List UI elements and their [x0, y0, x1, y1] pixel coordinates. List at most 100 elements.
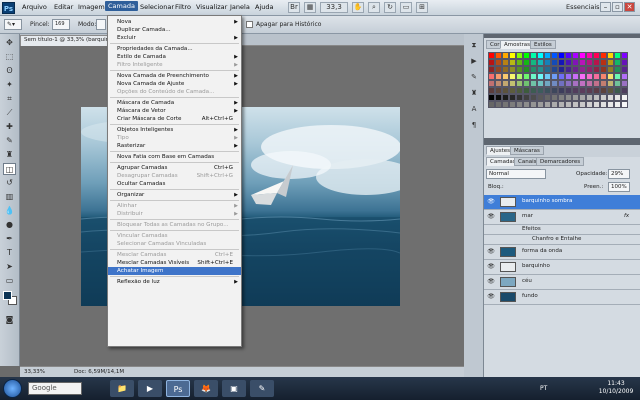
color-swatch[interactable]	[495, 73, 502, 80]
layer-menu-item[interactable]: Nova ▶	[108, 18, 241, 26]
color-swatch[interactable]	[593, 80, 600, 87]
path-select-icon[interactable]: ➤	[3, 261, 16, 273]
color-swatch[interactable]	[558, 59, 565, 66]
color-swatch[interactable]	[579, 94, 586, 101]
color-swatch[interactable]	[523, 87, 530, 94]
actions-panel-icon[interactable]: ▶	[468, 56, 480, 67]
color-swatch[interactable]	[614, 66, 621, 73]
tab-swatches[interactable]: Amostras	[500, 40, 535, 49]
color-swatch[interactable]	[516, 87, 523, 94]
canvas-area[interactable]	[20, 46, 464, 366]
brush-size-picker[interactable]: 169	[52, 19, 70, 30]
color-swatch[interactable]	[586, 94, 593, 101]
color-swatch[interactable]	[558, 87, 565, 94]
color-swatch[interactable]	[488, 59, 495, 66]
layer-menu-item[interactable]: Filtro Inteligente ▶	[108, 61, 241, 69]
menu-arquivo[interactable]: Arquivo	[22, 3, 47, 11]
tab-masks[interactable]: Máscaras	[510, 146, 544, 155]
minimize-button[interactable]: –	[600, 2, 611, 12]
language-indicator[interactable]: PT	[540, 385, 547, 392]
restore-button[interactable]: ▫	[612, 2, 623, 12]
tool-preset-picker[interactable]: ✎▾	[4, 19, 22, 30]
color-swatch[interactable]	[537, 87, 544, 94]
color-swatch[interactable]	[579, 73, 586, 80]
color-swatch[interactable]	[572, 87, 579, 94]
menu-camada[interactable]: Camada	[105, 1, 138, 11]
visibility-eye-icon[interactable]: 👁	[487, 198, 495, 206]
color-swatch[interactable]	[537, 59, 544, 66]
fill-input[interactable]: 100%	[608, 182, 630, 192]
color-swatch[interactable]	[621, 101, 628, 108]
marquee-tool-icon[interactable]: ⬚	[3, 51, 16, 63]
color-swatch[interactable]	[614, 94, 621, 101]
crop-tool-icon[interactable]: ⌗	[3, 93, 16, 105]
color-swatch[interactable]	[551, 73, 558, 80]
color-swatch[interactable]	[565, 52, 572, 59]
menu-editar[interactable]: Editar	[54, 3, 73, 11]
shape-tool-icon[interactable]: ▭	[3, 275, 16, 287]
color-swatch[interactable]	[544, 87, 551, 94]
layer-menu-item[interactable]: Achatar Imagem	[108, 267, 241, 275]
hand-tool-icon[interactable]: ✋	[352, 2, 364, 13]
zoom-tool-icon[interactable]: ⌕	[368, 2, 380, 13]
layer-menu-item[interactable]: Rasterizar ▶	[108, 142, 241, 150]
visibility-eye-icon[interactable]: 👁	[487, 293, 495, 301]
color-swatch[interactable]	[502, 94, 509, 101]
menu-janela[interactable]: Janela	[230, 3, 250, 11]
eyedropper-icon[interactable]: ⟋	[3, 107, 16, 119]
dodge-tool-icon[interactable]: ●	[3, 219, 16, 231]
rotate-view-icon[interactable]: ↻	[384, 2, 396, 13]
color-swatch[interactable]	[593, 73, 600, 80]
color-swatch[interactable]	[565, 80, 572, 87]
media-player-taskbar-icon[interactable]: ▶	[138, 380, 162, 397]
layer-menu-item[interactable]: Organizar ▶	[108, 191, 241, 199]
color-swatch[interactable]	[600, 94, 607, 101]
color-swatch[interactable]	[502, 66, 509, 73]
opacity-input[interactable]: 29%	[608, 169, 630, 179]
color-swatch[interactable]	[607, 59, 614, 66]
color-swatch[interactable]	[607, 101, 614, 108]
color-swatch[interactable]	[579, 101, 586, 108]
color-swatch[interactable]	[495, 87, 502, 94]
color-swatch[interactable]	[509, 66, 516, 73]
color-swatch[interactable]	[565, 73, 572, 80]
layer-menu-item[interactable]: Nova Camada de Ajuste ▶	[108, 80, 241, 88]
color-swatch[interactable]	[558, 73, 565, 80]
color-swatch[interactable]	[488, 80, 495, 87]
app-taskbar-icon[interactable]: ▣	[222, 380, 246, 397]
color-swatch[interactable]	[586, 73, 593, 80]
color-swatch[interactable]	[579, 66, 586, 73]
gradient-tool-icon[interactable]: ▥	[3, 191, 16, 203]
foreground-color-swatch[interactable]	[3, 291, 12, 300]
status-zoom[interactable]: 33,33%	[24, 369, 45, 375]
color-swatch[interactable]	[509, 87, 516, 94]
color-swatch[interactable]	[600, 52, 607, 59]
color-swatch[interactable]	[544, 66, 551, 73]
color-swatch[interactable]	[565, 87, 572, 94]
menu-filtro[interactable]: Filtro	[175, 3, 191, 11]
color-swatch[interactable]	[565, 66, 572, 73]
document-tab[interactable]: Sem título-1 @ 33,3% (barquin	[20, 35, 120, 46]
layer-thumbnail[interactable]	[500, 197, 516, 207]
color-swatch[interactable]	[558, 52, 565, 59]
character-panel-icon[interactable]: A	[468, 104, 480, 115]
layer-menu-item[interactable]: Estilo de Camada ▶	[108, 53, 241, 61]
color-swatch[interactable]	[495, 59, 502, 66]
color-swatch[interactable]	[586, 80, 593, 87]
screen-mode-icon[interactable]: ▭	[400, 2, 412, 13]
color-swatch[interactable]	[572, 101, 579, 108]
paint-taskbar-icon[interactable]: ✎	[250, 380, 274, 397]
color-swatch[interactable]	[537, 66, 544, 73]
color-swatch[interactable]	[537, 73, 544, 80]
color-swatch[interactable]	[488, 94, 495, 101]
brush-panel-icon[interactable]: ✎	[468, 72, 480, 83]
color-swatch[interactable]	[502, 73, 509, 80]
layer-menu-item[interactable]: Vincular Camadas	[108, 232, 241, 240]
visibility-eye-icon[interactable]: 👁	[487, 278, 495, 286]
layer-row[interactable]: 👁 forma da onda	[484, 245, 640, 260]
color-swatch[interactable]	[495, 52, 502, 59]
layer-menu-item[interactable]: Tipo ▶	[108, 134, 241, 142]
visibility-eye-icon[interactable]: 👁	[487, 263, 495, 271]
layer-menu-item[interactable]: Criar Máscara de Corte Alt+Ctrl+G	[108, 115, 241, 123]
layer-menu-item[interactable]: Bloquear Todas as Camadas no Grupo...	[108, 221, 241, 229]
